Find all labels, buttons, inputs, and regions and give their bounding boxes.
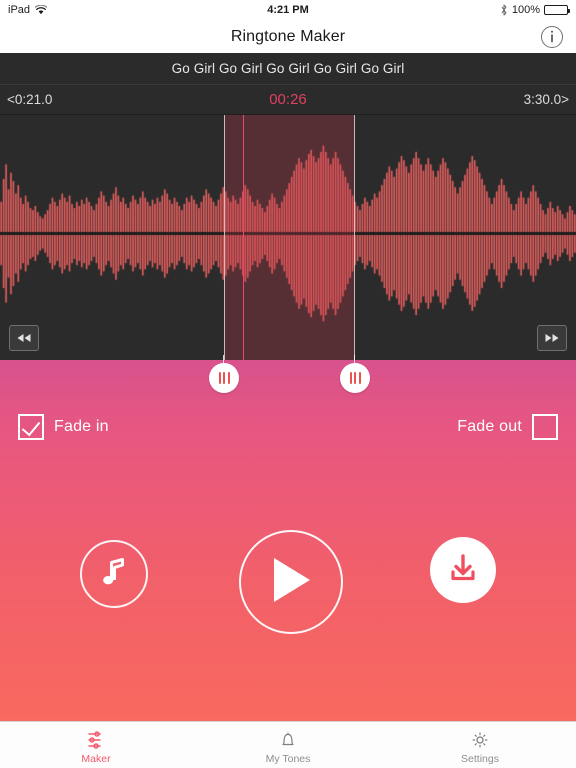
device-name: iPad <box>8 4 31 16</box>
status-bar-right: 100% <box>500 4 570 16</box>
rewind-icon[interactable] <box>9 325 39 351</box>
time-bar: <0:21.0 00:26 3:30.0> <box>0 85 576 115</box>
grip-line <box>218 372 221 384</box>
download-icon <box>446 551 480 590</box>
tab-settings[interactable]: Settings <box>384 722 576 768</box>
trim-handles <box>0 355 576 400</box>
trim-handle-left[interactable] <box>209 355 239 393</box>
fast-forward-icon[interactable] <box>537 325 567 351</box>
sliders-icon <box>86 729 106 751</box>
battery-full-icon <box>544 5 570 15</box>
grip-line <box>358 372 361 384</box>
page-title: Ringtone Maker <box>230 27 346 45</box>
trim-handle-right[interactable] <box>340 355 370 393</box>
wifi-icon <box>35 5 48 15</box>
status-bar-time: 4:21 PM <box>267 4 309 16</box>
play-icon <box>268 555 314 610</box>
status-bar: iPad 4:21 PM 100% <box>0 0 576 20</box>
waveform-area[interactable] <box>0 115 576 360</box>
song-title: Go Girl Go Girl Go Girl Go Girl Go Girl <box>171 61 405 76</box>
tab-maker-label: Maker <box>81 752 111 765</box>
playhead-line <box>243 115 244 360</box>
tab-my-tones-label: My Tones <box>265 752 311 765</box>
fade-in-label: Fade in <box>54 418 109 435</box>
status-bar-left: iPad <box>8 4 48 16</box>
playback-controls <box>0 530 576 640</box>
selection-end-time[interactable]: 3:30.0> <box>524 92 569 107</box>
fade-out-checkbox[interactable] <box>532 414 558 440</box>
fade-options-row: Fade in Fade out <box>0 412 576 442</box>
battery-percent: 100% <box>511 4 540 16</box>
bluetooth-icon <box>500 4 508 16</box>
nav-bar: Ringtone Maker <box>0 20 576 53</box>
gear-icon <box>470 729 490 751</box>
selection-start-time[interactable]: <0:21.0 <box>7 92 52 107</box>
tab-my-tones[interactable]: My Tones <box>192 722 384 768</box>
fade-out-label: Fade out <box>457 418 522 435</box>
grip-line <box>223 372 225 384</box>
grip-line <box>349 372 352 384</box>
save-button[interactable] <box>430 537 496 603</box>
editor-panel: Fade in Fade out <box>0 355 576 721</box>
music-note-icon <box>99 556 129 593</box>
tab-bar: Maker My Tones Settings <box>0 721 576 768</box>
bell-icon <box>278 729 298 751</box>
tab-maker[interactable]: Maker <box>0 722 192 768</box>
handle-stem <box>354 355 356 365</box>
song-title-bar: Go Girl Go Girl Go Girl Go Girl Go Girl <box>0 53 576 85</box>
fade-out-group[interactable]: Fade out <box>457 414 558 440</box>
choose-music-button[interactable] <box>80 540 148 608</box>
info-circle-icon[interactable] <box>540 25 564 49</box>
handle-stem <box>223 355 225 365</box>
grip-line <box>354 372 356 384</box>
tab-settings-label: Settings <box>461 752 499 765</box>
fade-in-group[interactable]: Fade in <box>18 414 109 440</box>
fade-in-checkbox[interactable] <box>18 414 44 440</box>
play-button[interactable] <box>239 530 343 634</box>
grip-line <box>227 372 230 384</box>
current-time: 00:26 <box>269 91 307 108</box>
app-root: iPad 4:21 PM 100% Ringtone Maker Go Girl… <box>0 0 576 768</box>
